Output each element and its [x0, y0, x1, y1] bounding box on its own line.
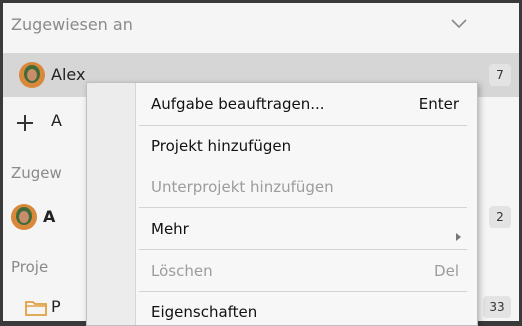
count-badge: 2	[489, 206, 511, 228]
avatar-icon	[19, 62, 45, 88]
menu-item-assign-task[interactable]: Aufgabe beauftragen...	[151, 95, 325, 113]
context-menu: Aufgabe beauftragen... Enter Projekt hin…	[86, 82, 478, 326]
menu-item-properties[interactable]: Eigenschaften	[151, 303, 257, 321]
assignee-label: A	[43, 207, 56, 226]
menu-item-more[interactable]: Mehr	[151, 220, 189, 238]
count-badge: 33	[483, 296, 511, 318]
assignee-label: Alex	[51, 65, 86, 84]
menu-item-delete: Löschen	[151, 262, 213, 280]
menu-separator	[139, 125, 467, 126]
menu-item-add-project[interactable]: Projekt hinzufügen	[151, 137, 291, 155]
count-badge: 7	[489, 64, 511, 86]
section-heading-assigned: Zugew	[11, 164, 62, 182]
project-label: P	[51, 297, 61, 316]
context-menu-icon-gutter	[87, 83, 136, 325]
shortcut-enter: Enter	[418, 95, 459, 113]
menu-item-add-subproject: Unterprojekt hinzufügen	[151, 178, 334, 196]
assigned-header[interactable]: Zugewiesen an	[3, 3, 519, 51]
menu-separator	[139, 207, 467, 208]
assigned-header-title: Zugewiesen an	[11, 15, 133, 34]
submenu-arrow-icon	[456, 233, 461, 241]
section-heading-projects: Proje	[11, 258, 49, 276]
chevron-down-icon[interactable]	[450, 17, 468, 31]
menu-separator	[139, 291, 467, 292]
avatar-icon	[11, 204, 37, 230]
plus-icon	[17, 115, 33, 131]
add-assignee-label: A	[51, 111, 62, 130]
shortcut-del: Del	[434, 262, 459, 280]
menu-separator	[139, 249, 467, 250]
folder-icon	[25, 301, 47, 316]
